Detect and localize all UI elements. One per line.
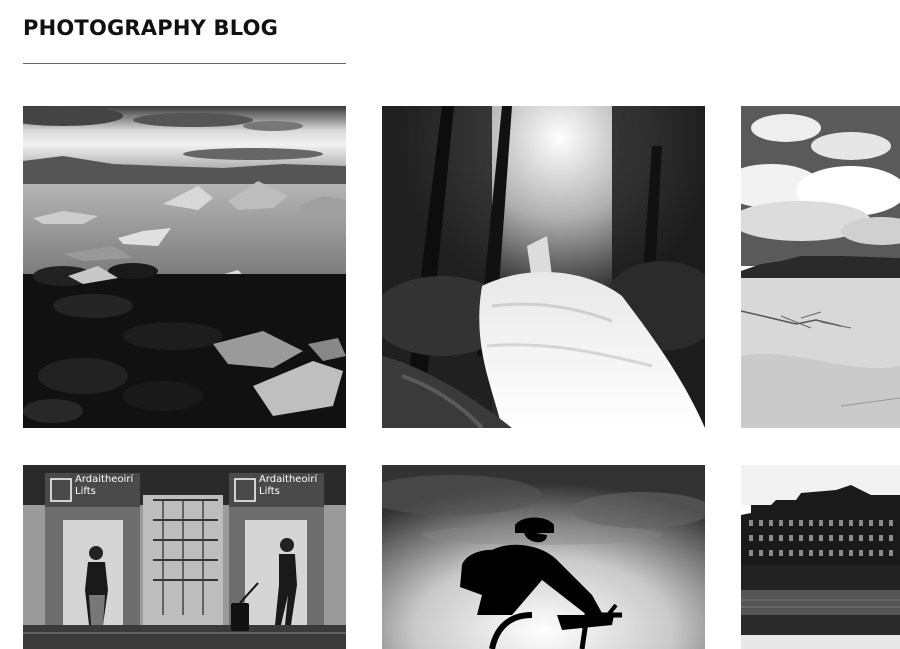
- photo-icebergs-lagoon[interactable]: [23, 106, 346, 428]
- photo-forest-waterfall[interactable]: [382, 106, 705, 428]
- lift-sign-left-irish: Ardaitheoirí: [75, 474, 134, 485]
- icebergs-lagoon-image: [23, 106, 346, 428]
- desert-dunes-image: [741, 106, 900, 428]
- photo-waterfront-building[interactable]: [741, 465, 900, 649]
- lift-sign-left: Ardaitheoirí Lifts: [75, 474, 133, 498]
- title-divider: [23, 63, 346, 64]
- lift-sign-left-english: Lifts: [75, 486, 96, 497]
- forest-waterfall-image: [382, 106, 705, 428]
- lift-sign-right-irish: Ardaitheoirí: [259, 474, 318, 485]
- photo-cyclist-silhouette[interactable]: [382, 465, 705, 649]
- cyclist-silhouette-image: [382, 465, 705, 649]
- lift-sign-right: Ardaitheoirí Lifts: [259, 474, 317, 498]
- photo-desert-dunes[interactable]: [741, 106, 900, 428]
- photo-airport-lifts[interactable]: Ardaitheoirí Lifts Ardaitheoirí Lifts: [23, 465, 346, 649]
- page-title: PHOTOGRAPHY BLOG: [23, 16, 279, 40]
- waterfront-building-image: [741, 465, 900, 649]
- lift-sign-right-english: Lifts: [259, 486, 280, 497]
